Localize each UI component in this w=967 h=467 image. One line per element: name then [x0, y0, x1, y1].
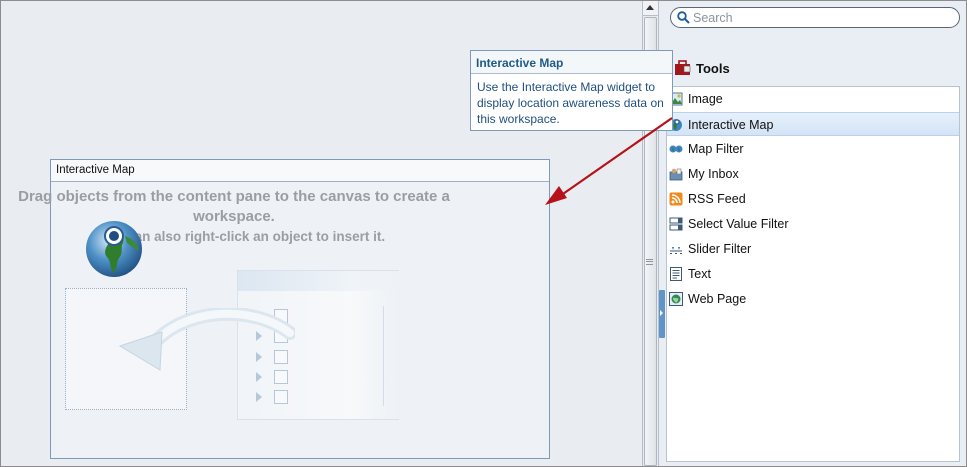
slider-filter-icon [670, 247, 682, 254]
tools-list: Image Interactive Map Map Filter My Inbo… [666, 86, 960, 462]
tool-item-select-value-filter[interactable]: Select Value Filter [667, 212, 959, 236]
drag-arrow-illustration [118, 308, 295, 371]
map-filter-icon [669, 145, 683, 153]
tool-item-interactive-map[interactable]: Interactive Map [667, 112, 959, 136]
tool-item-label: RSS Feed [688, 192, 746, 206]
tool-item-slider-filter[interactable]: Slider Filter [667, 237, 959, 261]
pane-collapse-handle[interactable] [659, 290, 665, 338]
select-value-filter-icon [669, 217, 683, 231]
tooltip-popup: Interactive Map Use the Interactive Map … [470, 50, 673, 131]
tool-item-label: My Inbox [688, 167, 739, 181]
tool-item-web-page[interactable]: Web Page [667, 287, 959, 311]
search-field[interactable] [670, 7, 960, 28]
tool-item-label: Select Value Filter [688, 217, 789, 231]
tool-item-map-filter[interactable]: Map Filter [667, 137, 959, 161]
tool-item-text[interactable]: Text [667, 262, 959, 286]
search-input[interactable] [693, 10, 953, 25]
tool-item-my-inbox[interactable]: My Inbox [667, 162, 959, 186]
web-page-icon [669, 292, 683, 306]
search-icon [677, 11, 690, 24]
text-icon [670, 267, 682, 281]
inbox-icon [669, 168, 683, 181]
tool-item-label: Map Filter [688, 142, 744, 156]
scroll-up-button[interactable] [643, 1, 658, 16]
tools-heading-label: Tools [696, 61, 730, 76]
tool-item-label: Interactive Map [688, 118, 774, 132]
tool-item-label: Image [688, 92, 723, 106]
widget-title: Interactive Map [51, 160, 549, 182]
tooltip-body: Use the Interactive Map widget to displa… [477, 80, 664, 126]
scroll-grip-icon [646, 259, 653, 265]
tooltip-title: Interactive Map [471, 51, 672, 74]
tool-item-rss-feed[interactable]: RSS Feed [667, 187, 959, 211]
rss-icon [669, 192, 683, 206]
tool-item-label: Web Page [688, 292, 747, 306]
tool-item-image[interactable]: Image [667, 87, 959, 111]
tool-item-label: Text [688, 267, 711, 281]
toolbox-icon [675, 60, 691, 75]
canvas-hint-text: Drag objects from the content pane to th… [18, 188, 450, 225]
tool-item-label: Slider Filter [688, 242, 752, 256]
globe-icon [86, 221, 142, 277]
